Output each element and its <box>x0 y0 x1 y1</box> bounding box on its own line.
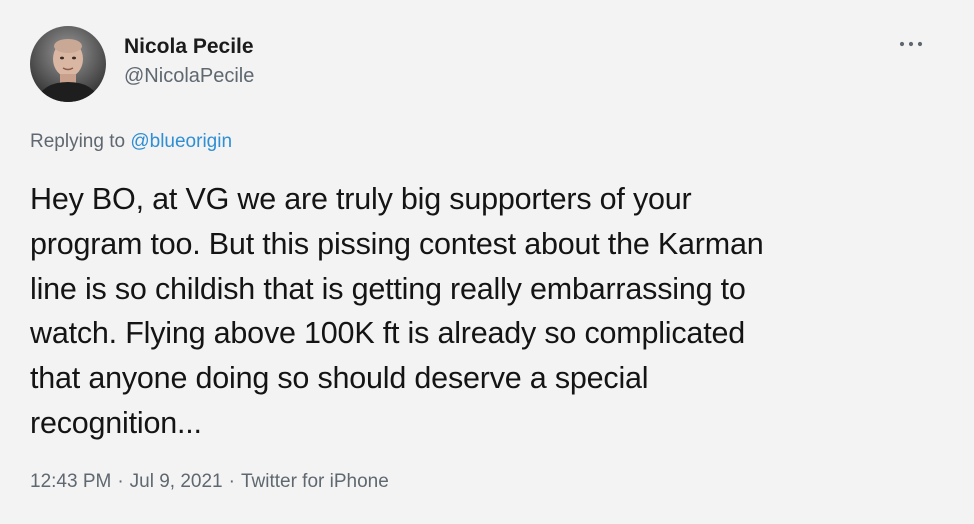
author-handle[interactable]: @NicolaPecile <box>124 63 254 89</box>
tweet-text-line: that anyone doing so should deserve a sp… <box>30 361 649 396</box>
avatar-image <box>30 26 106 102</box>
separator-dot: · <box>228 471 235 492</box>
separator-dot: · <box>117 471 124 492</box>
tweet-text-line: recognition... <box>30 405 202 440</box>
tweet-time[interactable]: 12:43 PM <box>30 471 111 492</box>
tweet-source[interactable]: Twitter for iPhone <box>241 471 389 492</box>
replying-to-label: Replying to <box>30 131 126 152</box>
tweet-text-line: line is so childish that is getting real… <box>30 271 746 306</box>
avatar[interactable] <box>30 26 106 102</box>
reply-mention-link[interactable]: @blueorigin <box>130 131 232 152</box>
more-options-icon[interactable] <box>896 36 926 52</box>
tweet-metadata: 12:43 PM · Jul 9, 2021 · Twitter for iPhone <box>30 470 389 494</box>
tweet-text-line: watch. Flying above 100K ft is already s… <box>30 316 745 351</box>
author-display-name[interactable]: Nicola Pecile <box>124 34 254 60</box>
tweet-text-line: program too. But this pissing contest ab… <box>30 226 764 261</box>
author-block: Nicola Pecile @NicolaPecile <box>124 34 254 89</box>
tweet-date[interactable]: Jul 9, 2021 <box>130 471 223 492</box>
replying-to: Replying to @blueorigin <box>30 130 232 154</box>
tweet-card: Nicola Pecile @NicolaPecile Replying to … <box>0 0 974 524</box>
tweet-text-line: Hey BO, at VG we are truly big supporter… <box>30 182 692 216</box>
tweet-text: Hey BO, at VG we are truly big supporter… <box>30 177 930 446</box>
